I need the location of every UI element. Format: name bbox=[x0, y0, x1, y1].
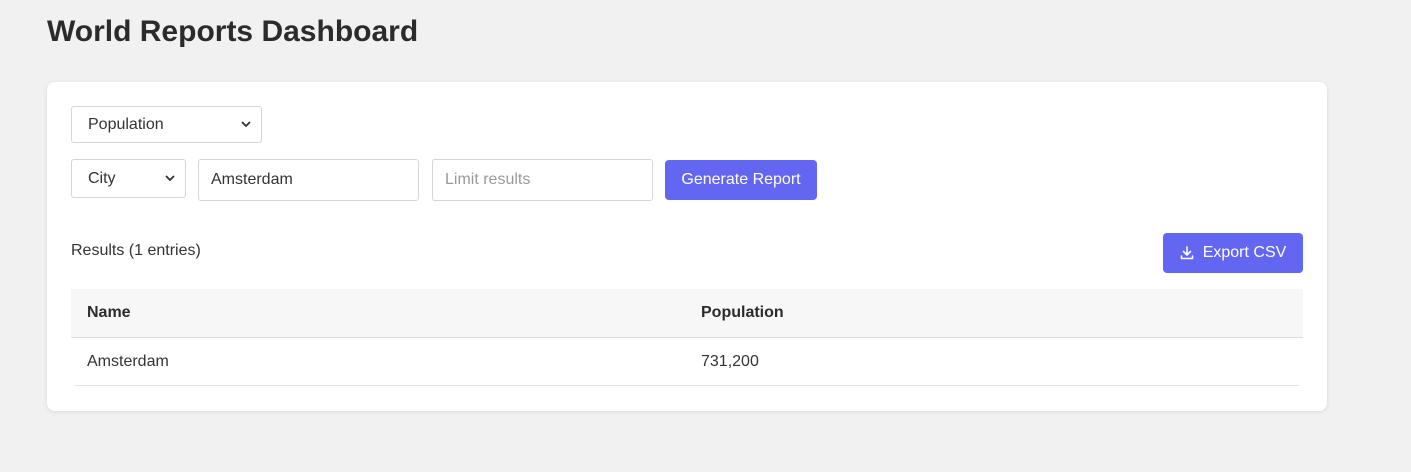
report-type-selected: Population bbox=[88, 115, 164, 133]
table-row: Amsterdam 731,200 bbox=[71, 338, 1303, 386]
search-input[interactable] bbox=[198, 159, 419, 201]
scope-selected: City bbox=[88, 169, 116, 187]
generate-report-label: Generate Report bbox=[681, 171, 801, 188]
results-count: Results (1 entries) bbox=[71, 242, 201, 259]
generate-report-button[interactable]: Generate Report bbox=[665, 160, 817, 200]
column-header-population: Population bbox=[701, 304, 784, 321]
column-header-name: Name bbox=[87, 304, 131, 321]
table-header: Name Population bbox=[71, 289, 1303, 338]
chevron-down-icon bbox=[241, 120, 251, 130]
results-table: Name Population Amsterdam 731,200 bbox=[71, 289, 1303, 386]
cell-population: 731,200 bbox=[701, 353, 759, 370]
cell-name: Amsterdam bbox=[87, 353, 169, 370]
report-type-select[interactable]: Population bbox=[71, 106, 262, 143]
limit-input[interactable] bbox=[432, 159, 653, 201]
scope-select[interactable]: City bbox=[71, 159, 186, 198]
export-csv-button[interactable]: Export CSV bbox=[1163, 233, 1303, 273]
report-card: Population City Generate Report Results … bbox=[47, 82, 1327, 411]
chevron-down-icon bbox=[165, 174, 175, 184]
page-title: World Reports Dashboard bbox=[47, 15, 419, 48]
download-icon bbox=[1180, 246, 1194, 260]
export-csv-label: Export CSV bbox=[1202, 244, 1287, 261]
